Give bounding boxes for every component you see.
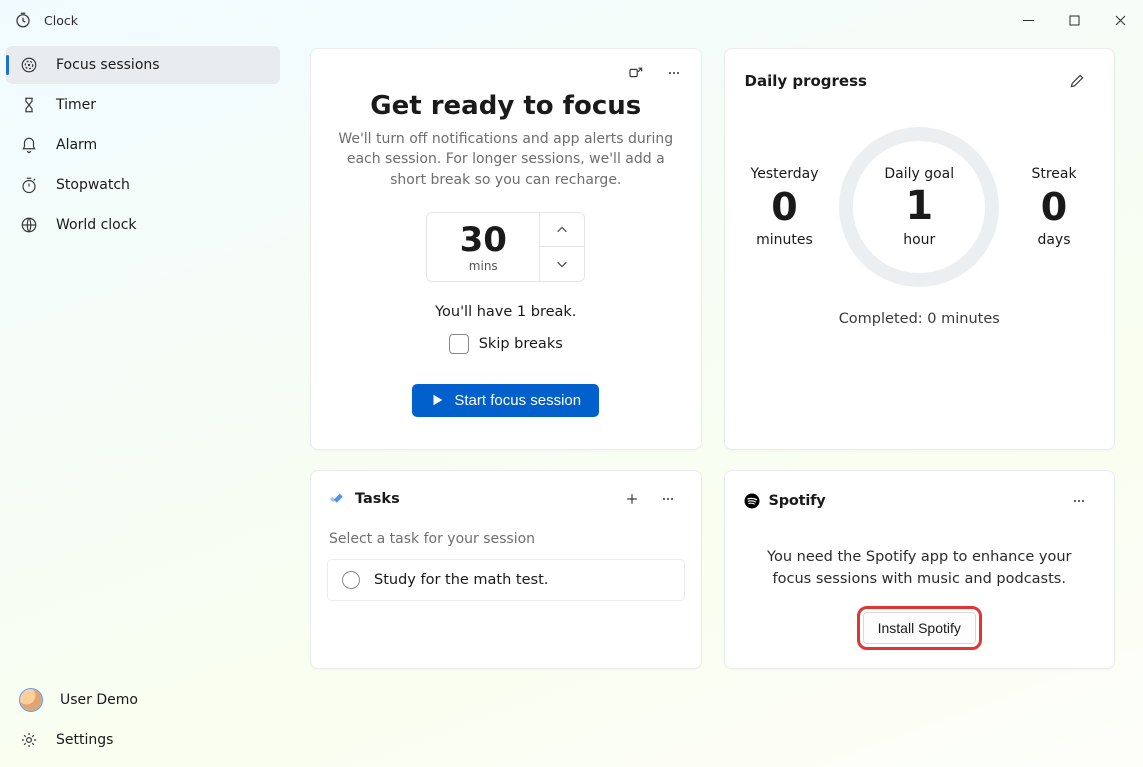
install-spotify-label: Install Spotify — [878, 620, 961, 636]
tasks-title: Tasks — [355, 491, 400, 507]
more-icon — [1071, 493, 1087, 509]
spotify-title: Spotify — [769, 493, 826, 509]
streak-stat: Streak 0 days — [1018, 166, 1090, 248]
sidebar-account[interactable]: User Demo — [6, 681, 280, 719]
add-task-button[interactable] — [615, 483, 649, 515]
spotify-body-text: You need the Spotify app to enhance your… — [759, 547, 1079, 591]
focus-sessions-icon — [20, 56, 38, 74]
play-icon — [430, 393, 444, 407]
timer-icon — [20, 96, 38, 114]
spotify-card: Spotify You need the Spotify app to enha… — [724, 470, 1116, 670]
alarm-icon — [20, 136, 38, 154]
yesterday-value: 0 — [749, 188, 821, 226]
edit-progress-button[interactable] — [1060, 65, 1094, 97]
titlebar: Clock — [0, 0, 1143, 40]
sidebar-item-alarm[interactable]: Alarm — [6, 126, 280, 164]
daily-goal-ring: Daily goal 1 hour — [839, 127, 999, 287]
app-title: Clock — [44, 13, 78, 28]
sidebar-item-label: Alarm — [56, 137, 97, 153]
more-icon — [660, 491, 676, 507]
progress-completed: Completed: 0 minutes — [745, 311, 1095, 327]
duration-increase-button[interactable] — [540, 213, 584, 247]
install-spotify-button[interactable]: Install Spotify — [863, 612, 976, 644]
skip-breaks-label: Skip breaks — [479, 336, 563, 352]
expand-icon[interactable] — [619, 57, 653, 89]
stopwatch-icon — [20, 176, 38, 194]
app-icon — [14, 11, 32, 29]
streak-unit: days — [1018, 232, 1090, 248]
focus-session-card: Get ready to focus We'll turn off notifi… — [310, 48, 702, 450]
daily-progress-card: Daily progress Yesterday 0 minutes Dai — [724, 48, 1116, 450]
daily-progress-title: Daily progress — [745, 72, 867, 90]
start-focus-label: Start focus session — [454, 392, 581, 409]
task-label: Study for the math test. — [374, 572, 548, 588]
spotify-more-button[interactable] — [1062, 485, 1096, 517]
yesterday-unit: minutes — [749, 232, 821, 248]
sidebar-user-label: User Demo — [60, 692, 138, 708]
sidebar-item-label: Timer — [56, 97, 96, 113]
goal-value: 1 — [884, 186, 954, 226]
todo-icon — [327, 490, 345, 508]
streak-value: 0 — [1018, 188, 1090, 226]
task-complete-radio[interactable] — [342, 571, 360, 589]
task-item[interactable]: Study for the math test. — [327, 559, 685, 601]
streak-label: Streak — [1018, 166, 1090, 182]
tasks-card: Tasks Select a task for your session Stu… — [310, 470, 702, 670]
tasks-more-button[interactable] — [651, 483, 685, 515]
avatar — [20, 689, 42, 711]
goal-label: Daily goal — [884, 166, 954, 182]
focus-duration-display[interactable]: 30 mins — [427, 213, 539, 281]
sidebar-item-timer[interactable]: Timer — [6, 86, 280, 124]
main-content: Get ready to focus We'll turn off notifi… — [286, 40, 1143, 767]
sidebar: Focus sessions Timer Alarm — [0, 40, 286, 767]
goal-unit: hour — [884, 232, 954, 248]
sidebar-item-settings[interactable]: Settings — [6, 721, 280, 759]
sidebar-item-label: Stopwatch — [56, 177, 130, 193]
duration-decrease-button[interactable] — [540, 246, 584, 281]
skip-breaks-checkbox[interactable] — [449, 334, 469, 354]
focus-duration-unit: mins — [469, 259, 498, 273]
focus-duration-value: 30 — [460, 223, 507, 257]
spotify-icon — [743, 492, 761, 510]
yesterday-stat: Yesterday 0 minutes — [749, 166, 821, 248]
window-minimize-button[interactable] — [1005, 0, 1051, 40]
window-close-button[interactable] — [1097, 0, 1143, 40]
start-focus-session-button[interactable]: Start focus session — [412, 384, 599, 417]
focus-duration-picker: 30 mins — [333, 212, 679, 282]
focus-heading: Get ready to focus — [333, 91, 679, 121]
sidebar-item-focus-sessions[interactable]: Focus sessions — [6, 46, 280, 84]
gear-icon — [20, 731, 38, 749]
window-maximize-button[interactable] — [1051, 0, 1097, 40]
sidebar-item-world-clock[interactable]: World clock — [6, 206, 280, 244]
sidebar-item-label: Focus sessions — [56, 57, 160, 73]
sidebar-item-label: World clock — [56, 217, 137, 233]
sidebar-item-label: Settings — [56, 732, 113, 748]
more-icon[interactable] — [657, 57, 691, 89]
tasks-select-prompt: Select a task for your session — [329, 531, 685, 547]
focus-break-note: You'll have 1 break. — [333, 304, 679, 320]
plus-icon — [624, 491, 640, 507]
yesterday-label: Yesterday — [749, 166, 821, 182]
focus-subtitle: We'll turn off notifications and app ale… — [333, 129, 679, 190]
sidebar-item-stopwatch[interactable]: Stopwatch — [6, 166, 280, 204]
world-clock-icon — [20, 216, 38, 234]
pencil-icon — [1069, 73, 1085, 89]
